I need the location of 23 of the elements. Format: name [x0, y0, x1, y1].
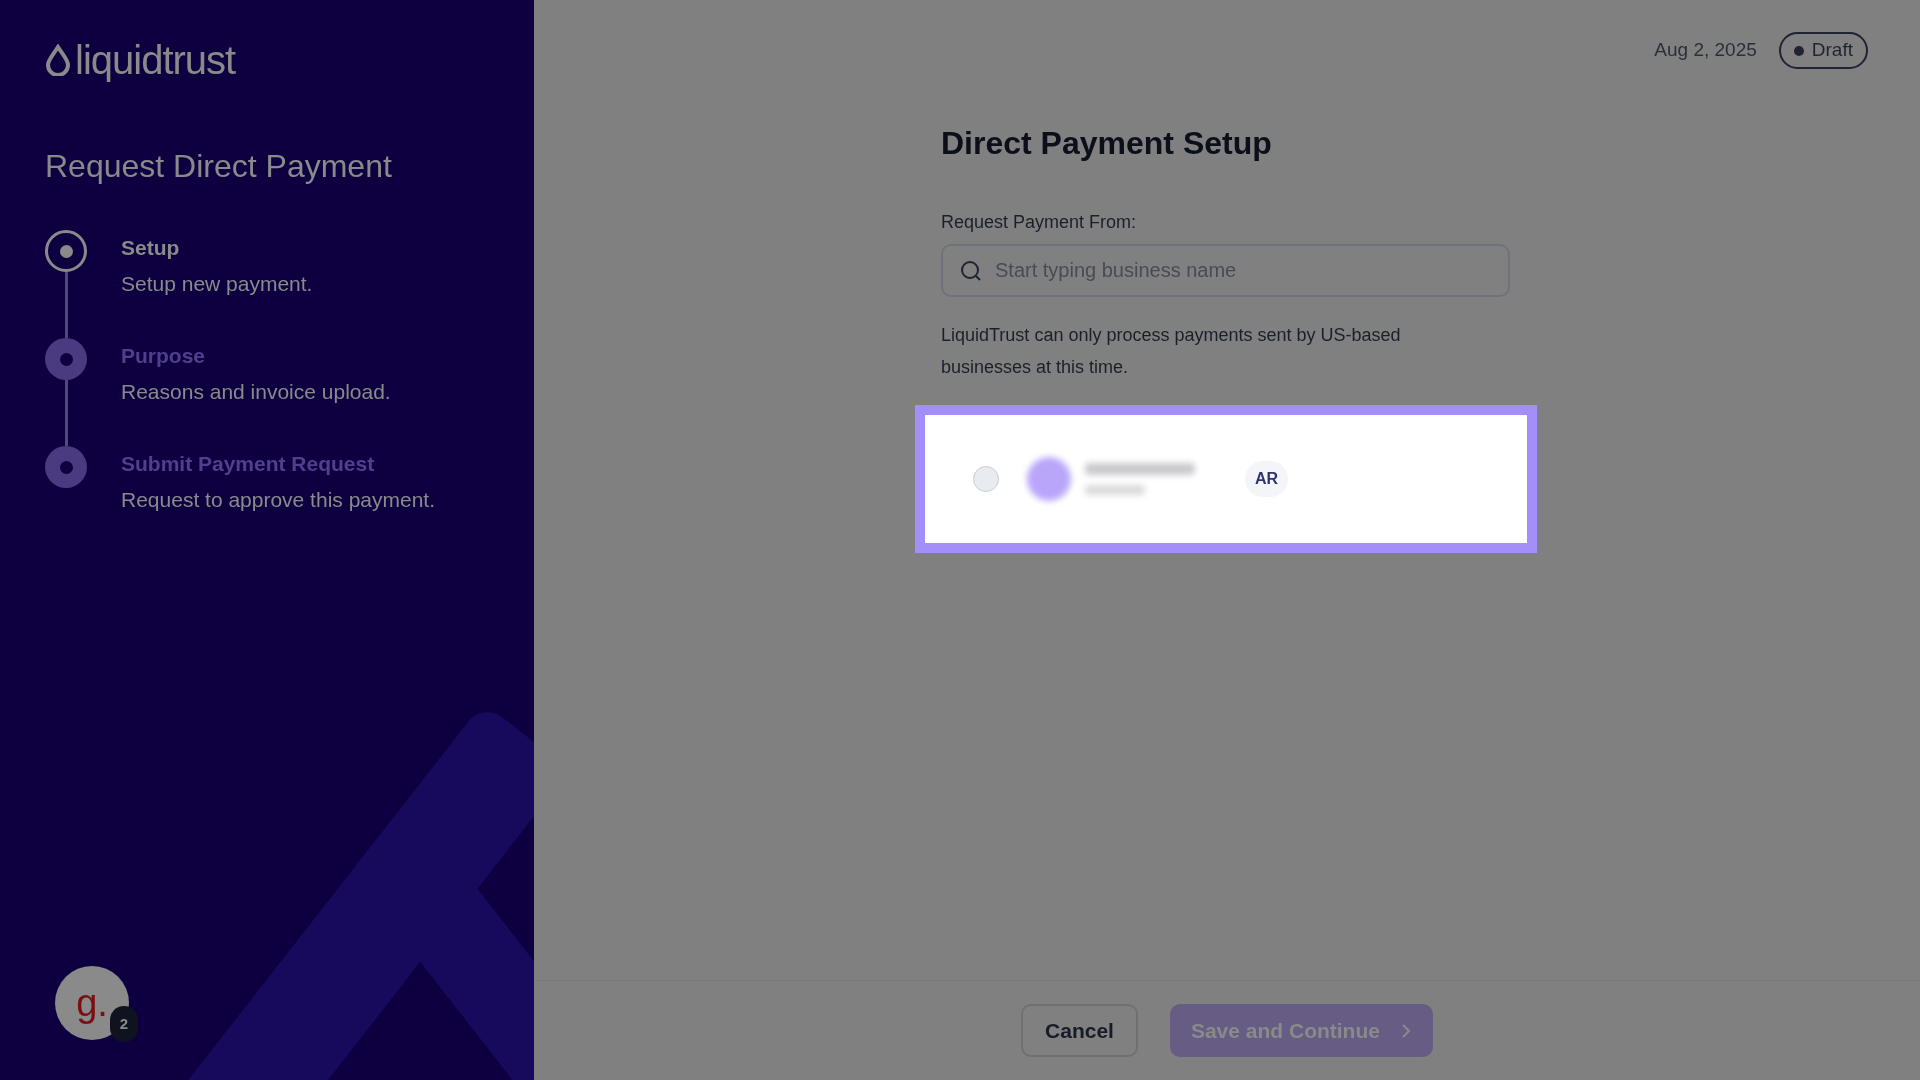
logo-text: liquidtrust [75, 40, 236, 80]
search-field[interactable]: Start typing business name [941, 244, 1510, 297]
business-tag: AR [1245, 461, 1289, 497]
sidebar-title: Request Direct Payment [45, 147, 393, 186]
step-description: Setup new payment. [121, 270, 313, 297]
date-text: Aug 2, 2025 [1654, 38, 1757, 63]
step-title: Purpose [121, 343, 207, 369]
avatar-initial: g. [76, 984, 108, 1022]
radio-button[interactable] [973, 466, 999, 492]
step-title: Submit Payment Request [121, 451, 376, 477]
business-result-card[interactable]: AR [915, 405, 1537, 553]
field-label: Request Payment From: [941, 211, 1138, 234]
cancel-button[interactable]: Cancel [1021, 1004, 1138, 1057]
step-title: Setup [121, 235, 181, 261]
droplet-icon [45, 44, 71, 76]
status-badge: Draft [1778, 32, 1868, 69]
form-title: Direct Payment Setup [941, 124, 1273, 163]
info-text: LiquidTrust can only process payments sent by US-based businesses at this time. [941, 324, 1402, 379]
step-description: Reasons and invoice upload. [121, 378, 391, 405]
search-icon [959, 259, 983, 283]
step-description: Request to approve this payment. [121, 486, 435, 513]
chevron-right-icon [1399, 1021, 1412, 1040]
notification-badge: 2 [110, 1006, 138, 1042]
